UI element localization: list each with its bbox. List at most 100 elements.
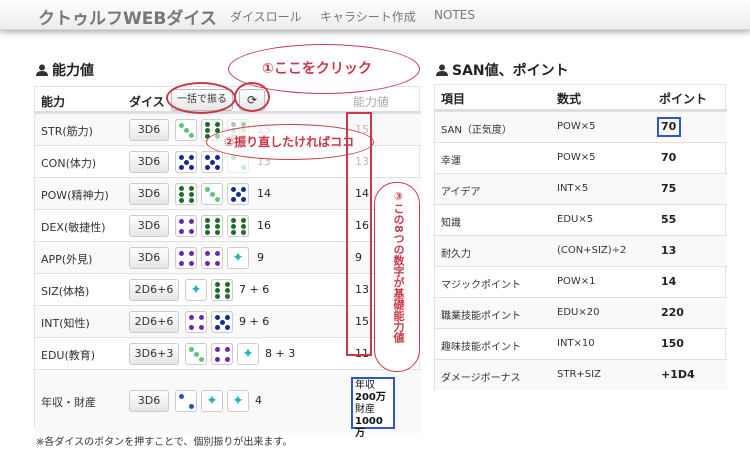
item-point: 55 [661, 213, 677, 226]
table-row: 職業技能ポイント EDU×20 220 [435, 297, 727, 328]
dice-button[interactable]: 3D6+3 [129, 343, 179, 365]
stat-name: APP(外見) [41, 253, 93, 266]
roll-result: 16 [257, 219, 271, 232]
die-face [211, 279, 233, 301]
item-point: 150 [661, 337, 684, 350]
nav-link-dice-roll[interactable]: ダイスロール [230, 8, 302, 25]
item-point: 220 [661, 306, 684, 319]
die-face-star: ✦ [227, 390, 249, 412]
item-formula: EDU×5 [557, 214, 594, 225]
dice-button[interactable]: 3D6 [129, 215, 169, 237]
item-name: 耐久力 [441, 249, 471, 260]
item-formula: POW×5 [557, 152, 596, 163]
annotation-circle-roll-all [166, 82, 236, 114]
roll-result: 4 [255, 394, 262, 407]
die-face [201, 247, 223, 269]
roll-result: 14 [257, 187, 271, 200]
nav-link-notes[interactable]: NOTES [434, 8, 475, 22]
item-point: 75 [661, 182, 677, 195]
assets-value: 1000万 [355, 416, 383, 439]
item-name: マジックポイント [441, 280, 521, 291]
roll-result: 9 + 6 [239, 315, 270, 328]
item-name: SAN（正気度） [441, 125, 512, 136]
header-point: ポイント [659, 92, 708, 106]
stat-name: EDU(教育) [41, 349, 96, 362]
roll-result: 9 [257, 251, 264, 264]
item-formula: POW×1 [557, 276, 596, 287]
dice-button[interactable]: 3D6 [129, 247, 169, 269]
stat-name: POW(精神力) [41, 189, 109, 202]
die-face [201, 183, 223, 205]
die-face [227, 215, 249, 237]
die-face [175, 247, 197, 269]
roll-result: 7 + 6 [239, 283, 270, 296]
roll-result: 8 + 3 [265, 347, 296, 360]
item-name: 幸運 [441, 156, 461, 167]
item-point: 70 [661, 151, 677, 164]
die-face [185, 343, 207, 365]
die-face [211, 311, 233, 333]
item-point: +1D4 [661, 368, 695, 381]
annotation-values-box [346, 112, 372, 356]
ability-section-title: 能力値 [36, 60, 94, 80]
dice-button[interactable]: 3D6 [129, 390, 169, 412]
dice-button[interactable]: 3D6 [129, 119, 169, 141]
user-icon [436, 64, 448, 76]
brand-title[interactable]: クトゥルフWEBダイス [38, 4, 217, 29]
stat-name: INT(知性) [41, 317, 90, 330]
footnote: ※各ダイスのボタンを押すことで、個別振りが出来ます。 [36, 437, 293, 448]
table-row: 幸運 POW×5 70 [435, 142, 727, 173]
table-row: 耐久力 (CON+SIZ)÷2 13 [435, 235, 727, 266]
dice-button[interactable]: 2D6+6 [129, 279, 179, 301]
stat-name: CON(体力) [41, 157, 97, 170]
san-section-title: SAN値、ポイント [436, 60, 569, 80]
dice-button[interactable]: 3D6 [129, 183, 169, 205]
die-face [201, 215, 223, 237]
annotation-click-here: ①ここをクリック [262, 61, 372, 77]
annotation-reroll: ②振り直したければココ [224, 135, 355, 149]
income-value: 200万 [355, 392, 386, 403]
item-formula: (CON+SIZ)÷2 [557, 245, 627, 256]
die-face [175, 215, 197, 237]
die-face-star: ✦ [185, 279, 207, 301]
header-item: 項目 [441, 92, 466, 106]
item-formula: POW×5 [557, 121, 596, 132]
item-formula: INT×10 [557, 338, 595, 349]
die-face [201, 151, 223, 173]
ability-title-text: 能力値 [52, 63, 94, 79]
item-point: 14 [661, 275, 677, 288]
san-table: 項目 数式 ポイント SAN（正気度） POW×5 70 幸運 POW×5 70… [434, 84, 727, 390]
annotation-base-values: ③この8つの数字が基礎能力値 [392, 190, 405, 343]
item-point: 13 [661, 244, 677, 257]
item-point: 70 [661, 120, 677, 133]
table-row: 趣味技能ポイント INT×10 150 [435, 328, 727, 359]
die-face-star: ✦ [237, 343, 259, 365]
die-face [175, 119, 197, 141]
table-row: ダメージボーナス STR+SIZ +1D4 [435, 359, 727, 390]
nav-link-character-sheet[interactable]: キャラシート作成 [320, 8, 416, 25]
header-dice: ダイス [129, 95, 165, 109]
die-face [227, 183, 249, 205]
die-face [175, 390, 197, 412]
user-icon [36, 64, 48, 76]
table-row: アイデア INT×5 75 [435, 173, 727, 204]
income-label: 年収 [355, 380, 375, 391]
item-name: アイデア [441, 187, 481, 198]
dice-button[interactable]: 2D6+6 [129, 311, 179, 333]
san-title-text: SAN値、ポイント [452, 63, 569, 79]
die-face [175, 183, 197, 205]
table-row: 年収・財産 3D6 ✦ ✦ 4 年収 200万 財産 1000万 [35, 369, 421, 439]
die-face-star: ✦ [227, 247, 249, 269]
header-formula: 数式 [557, 92, 582, 106]
header-stat: 能力 [41, 95, 66, 109]
die-face-star: ✦ [201, 390, 223, 412]
item-formula: STR+SIZ [557, 369, 601, 380]
item-name: 知識 [441, 218, 461, 229]
dice-button[interactable]: 3D6 [129, 151, 169, 173]
assets-label: 財産 [355, 404, 375, 415]
header-value: 能力値 [353, 95, 390, 109]
die-face [211, 343, 233, 365]
stat-name: DEX(敏捷性) [41, 221, 106, 234]
stat-name: STR(筋力) [41, 125, 93, 138]
item-formula: EDU×20 [557, 307, 600, 318]
